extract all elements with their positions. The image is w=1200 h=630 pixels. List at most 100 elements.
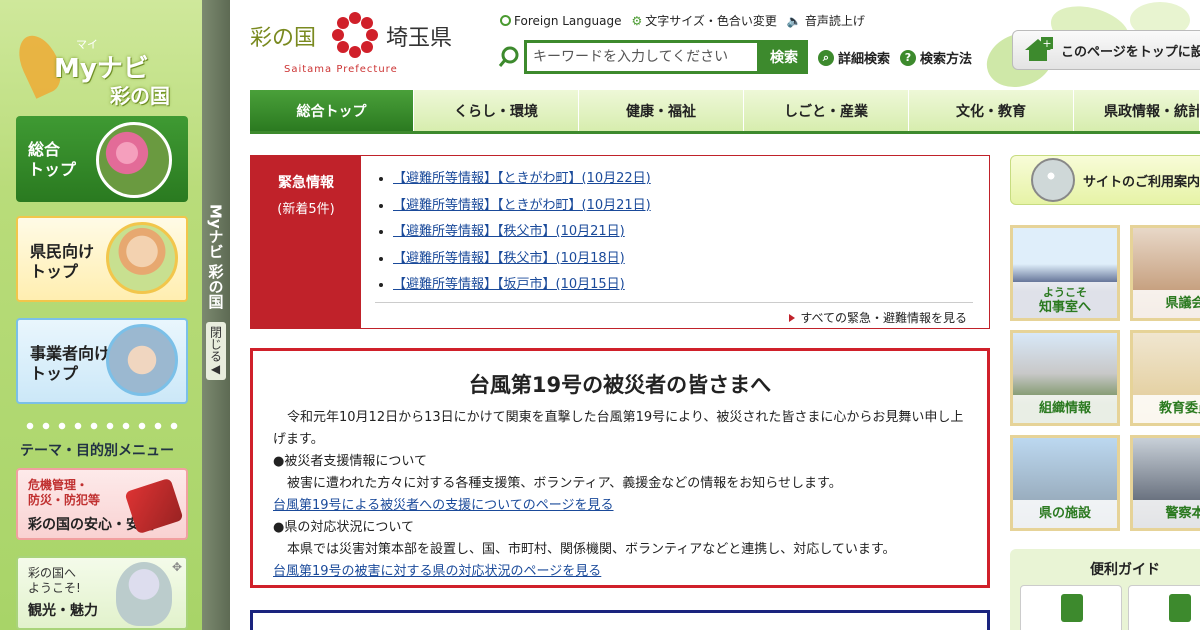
facilities-card[interactable]: 県の施設 <box>1010 435 1120 531</box>
sidebar-main: マイ Myナビ 彩の国 総合 トップ 県民向け トップ 事業者向け トップ テー… <box>0 0 202 630</box>
notice-section1-body: 被害に遭われた方々に対する各種支援策、ボランティア、義援金などの情報をお知らせし… <box>287 476 842 491</box>
mobile-icon <box>1061 594 1083 622</box>
utility-links: Foreign Language ⚙ 文字サイズ・色合い変更 🔈 音声読上げ <box>500 12 865 29</box>
gear-icon: ⚙ <box>631 13 643 28</box>
education-card[interactable]: 教育委員 <box>1130 330 1200 426</box>
list-item: 【避難所等情報】【ときがわ町】(10月21日) <box>393 193 651 220</box>
site-guide-label: サイトのご利用案内 <box>1083 174 1200 190</box>
emergency-subtitle: (新着5件) <box>277 202 335 217</box>
site-guide-button[interactable]: サイトのご利用案内 <box>1010 155 1200 205</box>
logo-text-right: 埼玉県 <box>386 26 453 51</box>
sidebar-close-button[interactable]: 閉じる◀ <box>206 322 226 380</box>
flower-photo <box>96 122 172 198</box>
emergency-link[interactable]: 【避難所等情報】【ときがわ町】(10月22日) <box>393 171 651 186</box>
search-button[interactable]: 検索 <box>760 40 808 74</box>
speaker-icon: 🔈 <box>786 13 802 28</box>
logo-line2: 彩の国 <box>110 84 170 108</box>
foreign-language-link[interactable]: Foreign Language <box>500 12 621 29</box>
notice-title: 台風第19号の被災者の皆さまへ <box>468 373 772 397</box>
notice-response-link[interactable]: 台風第19号の被害に対する県の対応状況のページを見る <box>273 561 967 583</box>
move-handle-icon[interactable]: ✥ <box>172 560 182 574</box>
emergency-more-label: すべての緊急・避難情報を見る <box>800 311 967 325</box>
sidebar-tab-title: Myナビ 彩の国 <box>206 203 225 309</box>
notice-section2-body: 本県では災害対策本部を設置し、国、市町村、関係機関、ボランティアなどと連携し、対… <box>287 542 896 557</box>
emergency-link[interactable]: 【避難所等情報】【秩父市】(10月18日) <box>393 251 625 266</box>
my-navi-sidebar: マイ Myナビ 彩の国 総合 トップ 県民向け トップ 事業者向け トップ テー… <box>0 0 230 630</box>
emergency-link[interactable]: 【避難所等情報】【坂戸市】(10月15日) <box>393 277 625 292</box>
assembly-caption: 県議会 <box>1133 290 1200 318</box>
sidebar-business-top-button[interactable]: 事業者向け トップ <box>16 318 188 404</box>
home-plus-icon: + <box>1025 37 1053 61</box>
list-item: 【避難所等情報】【ときがわ町】(10月22日) <box>393 166 651 193</box>
list-item: 【避難所等情報】【秩父市】(10月21日) <box>393 219 651 246</box>
saitama-logo[interactable]: 彩の国 埼玉県 Saitama Prefecture <box>250 8 470 80</box>
business-top-label: 事業者向け トップ <box>30 344 111 383</box>
set-as-top-button[interactable]: + このページをトップに設 <box>1012 30 1200 70</box>
general-top-label: 総合 トップ <box>28 140 77 179</box>
emergency-link[interactable]: 【避難所等情報】【ときがわ町】(10月21日) <box>393 198 651 213</box>
search-bar: 検索 <box>498 40 808 74</box>
notice-support-link[interactable]: 台風第19号による被災者への支援についてのページを見る <box>273 495 967 517</box>
safety-sub-label: 危機管理・ 防災・防犯等 <box>28 478 101 507</box>
text-size-link[interactable]: ⚙ 文字サイズ・色合い変更 <box>631 12 776 29</box>
handshake-photo <box>106 324 178 396</box>
sidebar-general-top-button[interactable]: 総合 トップ <box>16 116 188 202</box>
voice-read-label: 音声読上げ <box>804 14 865 28</box>
mascot-bird-icon <box>1031 158 1075 202</box>
foreign-language-label: Foreign Language <box>514 13 622 28</box>
tourism-main-label: 観光・魅力 <box>28 603 98 619</box>
governor-caption-sub: ようこそ <box>1043 286 1087 299</box>
advanced-search-label: 詳細検索 <box>838 52 891 67</box>
emergency-link[interactable]: 【避難所等情報】【秩父市】(10月21日) <box>393 224 625 239</box>
handy-guide-item[interactable] <box>1020 585 1122 630</box>
globe-icon <box>500 15 511 26</box>
magnifier-icon: ⌕ <box>818 49 834 66</box>
handy-guide-panel: 便利ガイド <box>1010 549 1200 630</box>
sidebar-tab[interactable]: Myナビ 彩の国 閉じる◀ <box>202 0 230 630</box>
list-item: 【避難所等情報】【坂戸市】(10月15日) <box>393 272 651 299</box>
governor-card[interactable]: ようこそ 知事室へ <box>1010 225 1120 321</box>
police-caption: 警察本 <box>1133 500 1200 528</box>
sidebar-safety-button[interactable]: 危機管理・ 防災・防犯等 彩の国の安心・安全 <box>16 468 188 540</box>
police-card[interactable]: 警察本 <box>1130 435 1200 531</box>
mascot-icon <box>116 562 172 626</box>
logo-text-left: 彩の国 <box>250 26 317 51</box>
search-input[interactable] <box>524 40 760 74</box>
tourism-sub-label: 彩の国へ ようこそ! <box>28 566 81 595</box>
notice-intro: 令和元年10月12日から13日にかけて関東を直撃した台風第19号により、被災され… <box>273 410 964 447</box>
my-navi-logo[interactable]: マイ Myナビ 彩の国 <box>11 28 184 108</box>
nav-work-industry[interactable]: しごと・産業 <box>744 90 909 131</box>
nav-health-welfare[interactable]: 健康・福祉 <box>579 90 744 131</box>
dots-divider <box>22 422 182 430</box>
assembly-card[interactable]: 県議会 <box>1130 225 1200 321</box>
emergency-more-link[interactable]: すべての緊急・避難情報を見る <box>789 309 967 326</box>
emergency-info-box: 緊急情報 (新着5件) 【避難所等情報】【ときがわ町】(10月22日) 【避難所… <box>250 155 990 329</box>
nav-culture-education[interactable]: 文化・教育 <box>909 90 1074 131</box>
list-item: 【避難所等情報】【秩父市】(10月18日) <box>393 246 651 273</box>
nav-life-environment[interactable]: くらし・環境 <box>414 90 579 131</box>
emergency-list: 【避難所等情報】【ときがわ町】(10月22日) 【避難所等情報】【ときがわ町】(… <box>377 166 651 299</box>
facilities-caption: 県の施設 <box>1013 500 1117 528</box>
emergency-title: 緊急情報 <box>278 175 334 191</box>
notice-section1-head: ●被災者支援情報について <box>273 454 427 469</box>
global-nav: 総合トップ くらし・環境 健康・福祉 しごと・産業 文化・教育 県政情報・統計 <box>250 90 1200 134</box>
question-icon: ? <box>900 49 916 66</box>
triangle-right-icon <box>789 313 796 322</box>
notice-section2-head: ●県の対応状況について <box>273 520 414 535</box>
voice-read-link[interactable]: 🔈 音声読上げ <box>787 12 865 29</box>
organization-card[interactable]: 組織情報 <box>1010 330 1120 426</box>
citizen-top-label: 県民向け トップ <box>30 242 95 281</box>
theme-menu-title: テーマ・目的別メニュー <box>20 443 174 459</box>
sidebar-tourism-button[interactable]: 彩の国へ ようこそ! 観光・魅力 ✥ <box>16 556 188 630</box>
saitama-mark-icon <box>332 12 378 58</box>
governor-caption: ようこそ 知事室へ <box>1013 282 1117 318</box>
advanced-search-link[interactable]: ⌕ 詳細検索 <box>818 48 890 67</box>
handy-guide-item[interactable] <box>1128 585 1200 630</box>
sidebar-citizen-top-button[interactable]: 県民向け トップ <box>16 216 188 302</box>
nav-government-statistics[interactable]: 県政情報・統計 <box>1074 90 1200 131</box>
emergency-header: 緊急情報 (新着5件) <box>251 156 361 328</box>
nav-general-top[interactable]: 総合トップ <box>250 90 414 131</box>
logo-english: Saitama Prefecture <box>284 64 398 75</box>
set-as-top-label: このページをトップに設 <box>1061 44 1200 60</box>
text-size-label: 文字サイズ・色合い変更 <box>645 14 777 28</box>
